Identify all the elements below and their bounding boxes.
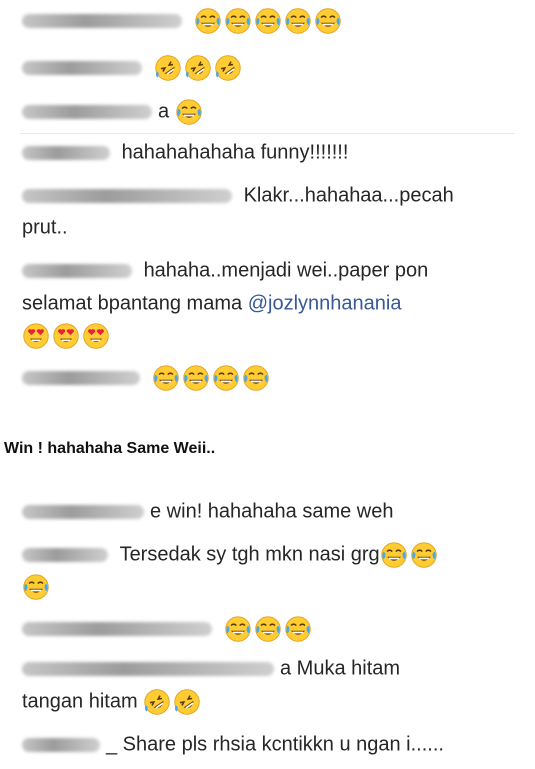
bottom-comments-panel: e win! hahahaha same weh Tersedak sy tgh… [10,478,525,769]
blurred-username [22,504,144,519]
blurred-username [22,737,100,752]
comment-text: hahahahahaha funny!!!!!!! [121,141,349,164]
tears-of-joy-icon [242,364,270,392]
blurred-username [22,13,182,28]
comment-10 [22,613,517,643]
comment-text: a Muka hitam [280,657,401,680]
comment-4: hahahahahaha funny!!!!!!! [22,137,517,168]
comment-11: a Muka hitam [22,653,517,684]
comment-8: e win! hahahaha same weh [22,496,517,527]
rofl-icon [184,54,212,82]
tears-of-joy-icon [182,364,210,392]
blurred-username [22,370,140,385]
comment-6-line-3 [22,320,517,350]
blurred-username [22,263,132,278]
user-mention-link[interactable]: @jozlynnhanania [248,293,402,315]
tears-of-joy-icon [152,364,180,392]
comment-12: _ Share pls rhsia kcntikkn u ngan i.....… [22,729,517,760]
blurred-username [22,547,108,562]
tears-of-joy-icon [410,541,438,569]
tears-of-joy-icon [175,98,203,126]
comment-1 [22,5,517,35]
comment-3: a [22,96,517,127]
tears-of-joy-icon [212,364,240,392]
comment-text: Klakr...hahahaa...pecah [243,184,454,207]
tears-of-joy-icon [224,615,252,643]
comment-text: tangan hitam [22,690,138,713]
rofl-icon [173,688,201,716]
comment-9: Tersedak sy tgh mkn nasi grg [22,539,517,570]
comment-text: Tersedak sy tgh mkn nasi grg [119,543,380,566]
heart-eyes-icon [22,322,50,350]
tears-of-joy-icon [194,7,222,35]
tears-of-joy-icon [254,7,282,35]
tears-of-joy-icon [284,7,312,35]
comment-7 [22,362,517,392]
blurred-username [22,145,110,160]
tears-of-joy-icon [254,615,282,643]
comment-text: hahaha..menjadi wei..paper pon [143,259,429,282]
caption-heading: Win ! hahahaha Same Weii.. [4,440,216,457]
tears-of-joy-icon [224,7,252,35]
rofl-icon [143,688,171,716]
blurred-username [22,60,142,75]
tears-of-joy-icon [380,541,408,569]
comment-text: prut.. [22,216,68,239]
tears-of-joy-icon [22,573,50,601]
comment-6: hahaha..menjadi wei..paper pon [22,255,517,286]
blurred-username [22,104,152,119]
comment-11-line-2: tangan hitam [22,686,517,717]
heart-eyes-icon [82,322,110,350]
comment-2 [22,52,517,82]
tears-of-joy-icon [284,615,312,643]
comment-text: e win! hahahaha same weh [150,500,394,523]
comment-5: Klakr...hahahaa...pecah [22,180,517,211]
comment-text: a [158,100,170,123]
tears-of-joy-icon [314,7,342,35]
top-comments-panel: a hahahahahaha funny!!!!!!! Klakr...haha… [10,0,525,398]
comment-text: selamat bpantang mama [22,292,243,315]
comment-5-line-2: prut.. [22,212,517,243]
blurred-username [22,188,232,203]
blurred-username [22,621,212,636]
heart-eyes-icon [52,322,80,350]
comment-text: _ Share pls rhsia kcntikkn u ngan i.....… [106,733,444,756]
rofl-icon [214,54,242,82]
divider [20,133,515,134]
blurred-username [22,661,274,676]
rofl-icon [154,54,182,82]
comment-9-line-2 [22,571,517,601]
comment-6-line-2: selamat bpantang mama @jozlynnhanania [22,288,517,319]
